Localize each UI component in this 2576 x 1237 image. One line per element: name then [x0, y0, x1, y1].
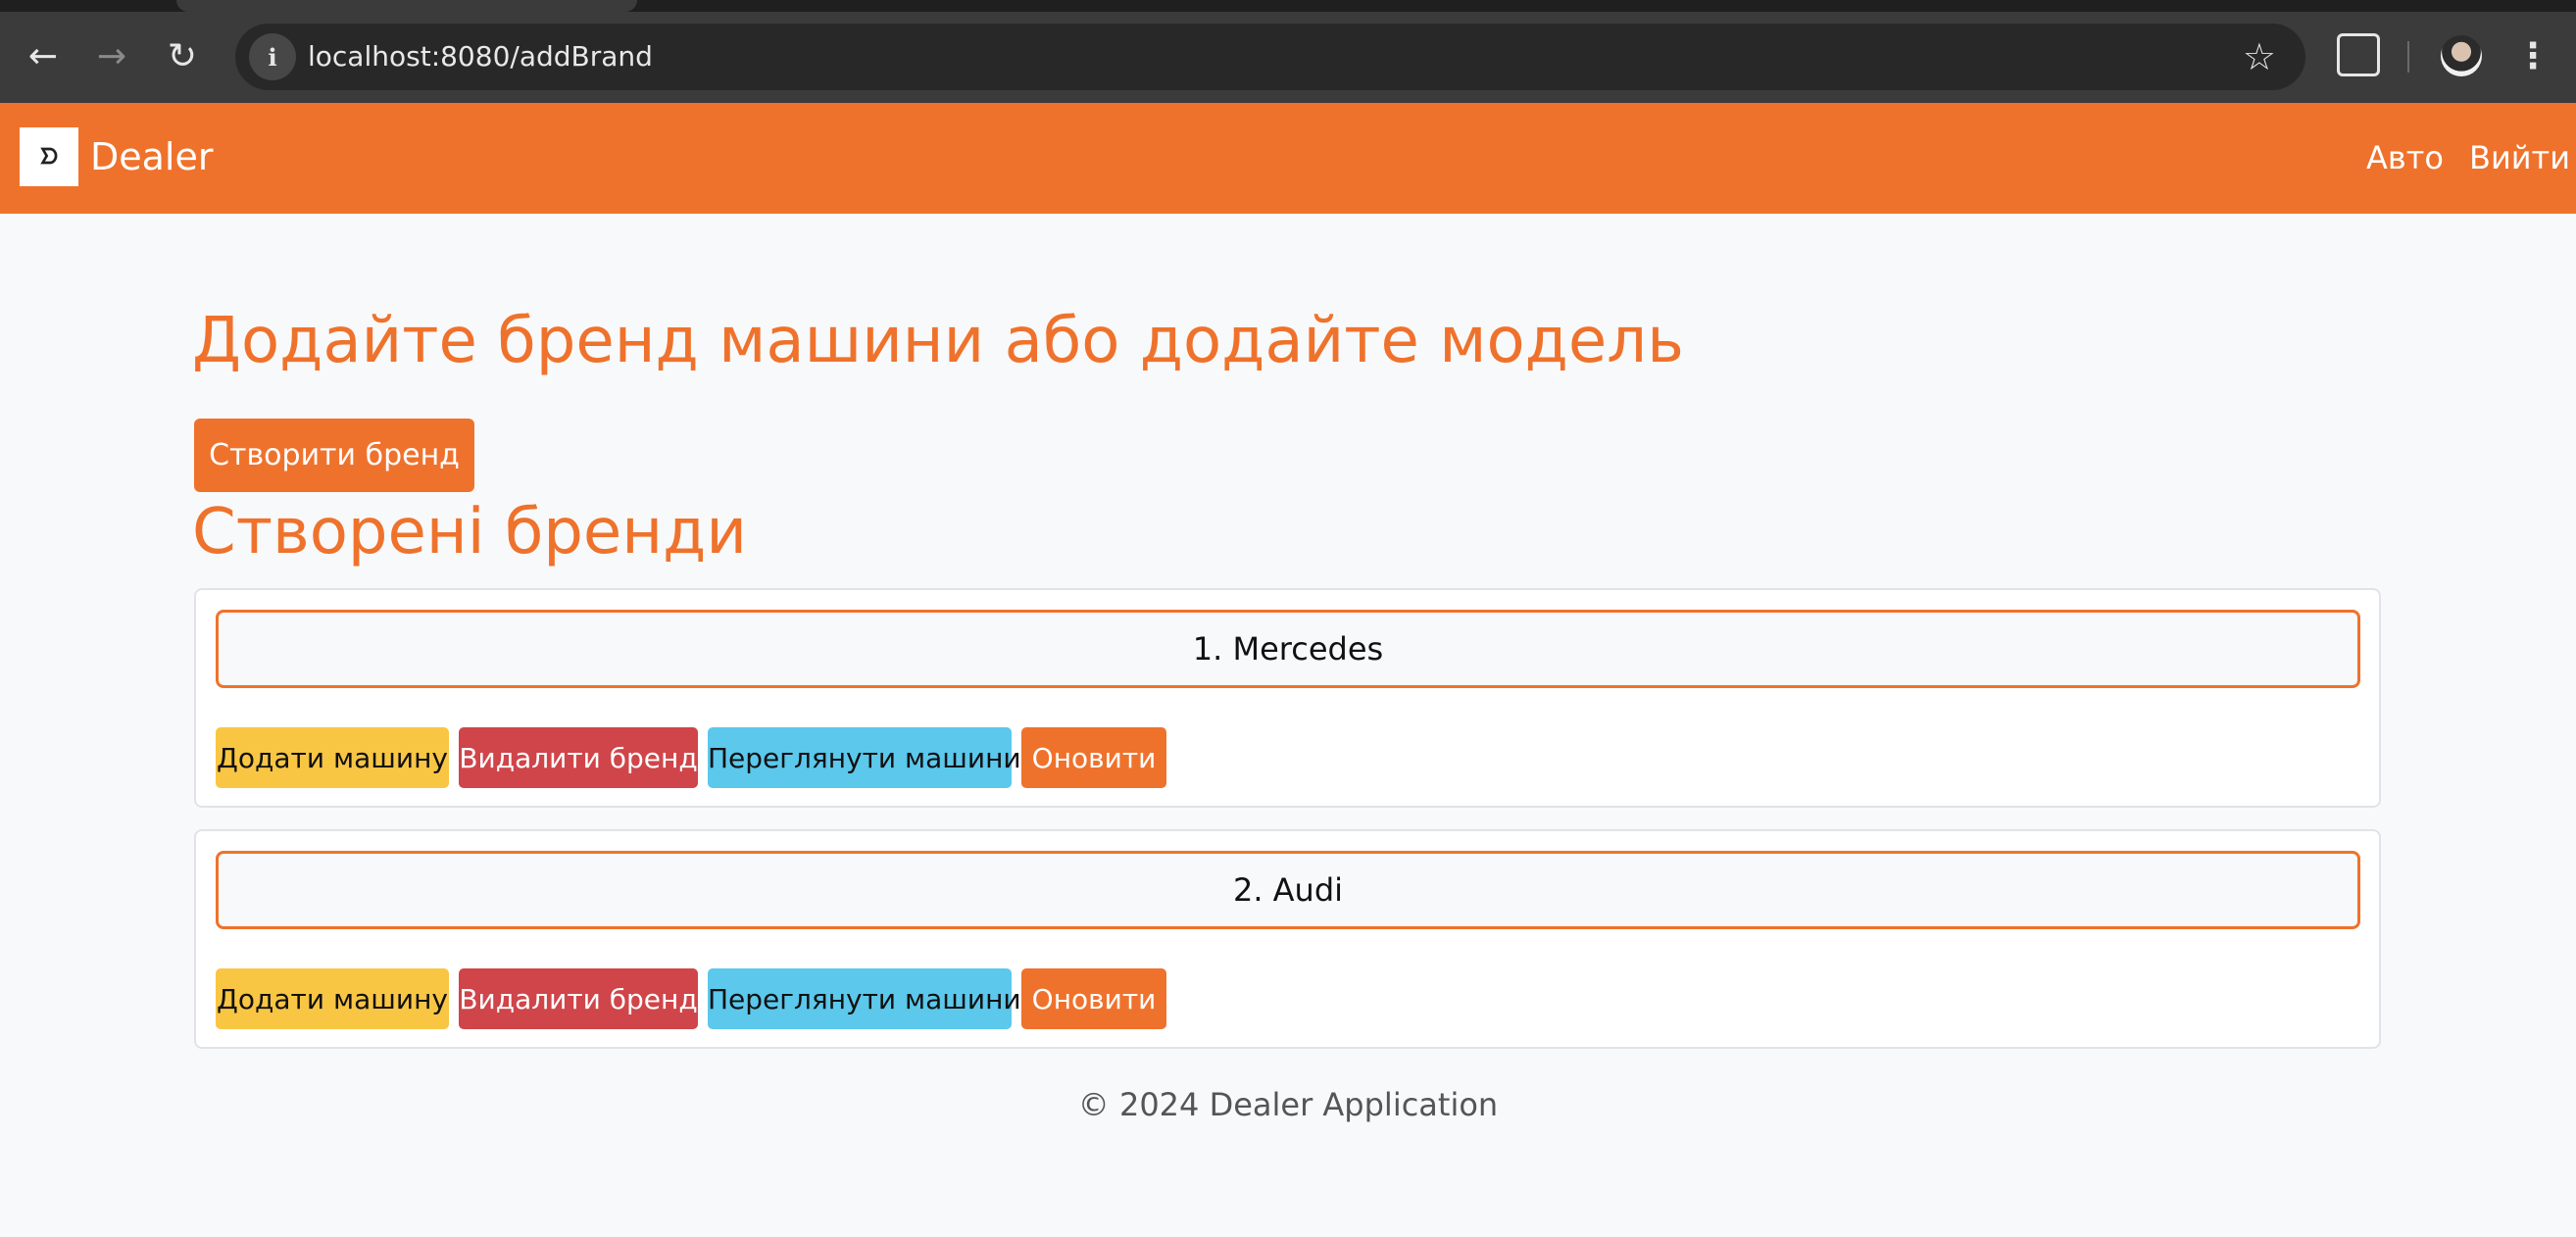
active-tab[interactable] — [176, 0, 637, 12]
footer-copyright: © 2024 Dealer Application — [1077, 1086, 1499, 1123]
tab-strip — [0, 0, 2576, 12]
section-title-created-brands: Створені бренди — [192, 496, 747, 569]
delete-brand-button[interactable]: Видалити бренд — [459, 968, 698, 1029]
address-bar[interactable]: i localhost:8080/addBrand ☆ — [235, 24, 2305, 90]
url-text[interactable]: localhost:8080/addBrand — [308, 39, 653, 74]
browser-chrome: ← → ↻ i localhost:8080/addBrand ☆ ⋮ — [0, 0, 2576, 103]
page-title: Додайте бренд машини або додайте модель — [192, 305, 1684, 377]
url-host: localhost — [308, 40, 431, 73]
add-car-button[interactable]: Додати машину — [216, 968, 449, 1029]
reload-icon[interactable]: ↻ — [155, 29, 210, 84]
brand-card: 1. Mercedes Додати машину Видалити бренд… — [194, 588, 2381, 808]
nav-link-auto[interactable]: Авто — [2366, 138, 2444, 177]
extensions-icon[interactable] — [2337, 33, 2380, 76]
add-car-button[interactable]: Додати машину — [216, 727, 449, 788]
delete-brand-button[interactable]: Видалити бренд — [459, 727, 698, 788]
view-cars-button[interactable]: Переглянути машини — [708, 968, 1021, 1029]
forward-icon[interactable]: → — [84, 29, 139, 84]
site-info-icon[interactable]: i — [249, 33, 296, 80]
create-brand-button[interactable]: Створити бренд — [194, 419, 474, 492]
app-navbar: ᗤ Dealer Авто Вийти — [0, 103, 2576, 214]
brand-card: 2. Audi Додати машину Видалити бренд Пер… — [194, 829, 2381, 1049]
bookmark-star-icon[interactable]: ☆ — [2243, 35, 2276, 78]
toolbar-divider — [2407, 41, 2409, 73]
brand-name-box: 2. Audi — [216, 851, 2360, 929]
view-cars-button[interactable]: Переглянути машини — [708, 727, 1021, 788]
back-icon[interactable]: ← — [16, 29, 71, 84]
update-brand-button[interactable]: Оновити — [1021, 968, 1166, 1029]
brand-name[interactable]: Dealer — [90, 132, 214, 181]
brand-logo-icon[interactable]: ᗤ — [20, 127, 78, 186]
update-brand-button[interactable]: Оновити — [1021, 727, 1166, 788]
nav-link-logout[interactable]: Вийти — [2469, 138, 2570, 177]
brand-name-box: 1. Mercedes — [216, 610, 2360, 688]
url-path: :8080/addBrand — [430, 40, 653, 73]
profile-avatar[interactable] — [2441, 35, 2482, 76]
kebab-menu-icon[interactable]: ⋮ — [2515, 29, 2551, 84]
